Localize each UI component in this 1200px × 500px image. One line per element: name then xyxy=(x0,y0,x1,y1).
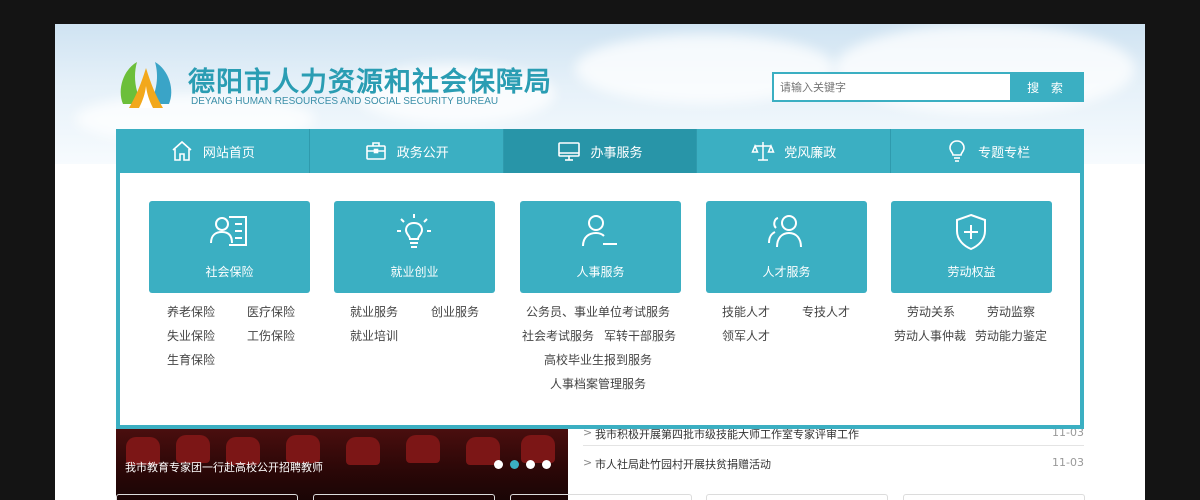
news-date: 11-03 xyxy=(1052,456,1084,469)
main-nav: 网站首页 政务公开 办事服务 党风廉政 专题专栏 xyxy=(116,129,1084,173)
service-link[interactable]: 劳动人事仲裁 xyxy=(894,327,966,344)
service-card-title: 社会保险 xyxy=(205,265,254,279)
news-item[interactable]: > 市人社局赴竹园村开展扶贫捐赠活动 11-03 xyxy=(583,456,1084,472)
services-dropdown-panel: 社会保险 养老保险 医疗保险 失业保险 工伤保险 生育保险 就业创业 就业服务 … xyxy=(116,173,1084,429)
service-link[interactable]: 劳动关系 xyxy=(907,303,955,320)
monitor-icon xyxy=(558,142,581,161)
search-button[interactable]: 搜 索 xyxy=(1010,72,1084,102)
service-link[interactable]: 公务员、事业单位考试服务 xyxy=(526,303,670,320)
nav-item-label: 网站首页 xyxy=(202,145,255,161)
users-icon xyxy=(768,215,802,248)
page: 德阳市人力资源和社会保障局 DEYANG HUMAN RESOURCES AND… xyxy=(55,24,1145,500)
bottom-tile[interactable] xyxy=(510,494,692,500)
nav-item-integrity[interactable]: 党风廉政 xyxy=(697,129,892,173)
slide-dot[interactable] xyxy=(526,460,535,469)
service-card-title: 人事服务 xyxy=(576,265,625,279)
shield-plus-icon xyxy=(956,213,986,251)
service-link[interactable]: 劳动能力鉴定 xyxy=(975,327,1047,344)
nav-item-label: 专题专栏 xyxy=(978,145,1031,161)
site-title[interactable]: 德阳市人力资源和社会保障局 xyxy=(188,60,552,99)
service-link[interactable]: 就业服务 xyxy=(350,303,398,320)
bullet-arrow-icon: > xyxy=(583,456,593,469)
nav-item-gov-affairs[interactable]: 政务公开 xyxy=(310,129,504,173)
scales-icon xyxy=(751,142,775,161)
slide-indicators xyxy=(494,460,551,469)
search-bar: 搜 索 xyxy=(772,72,1084,102)
service-card-title: 劳动权益 xyxy=(947,265,996,279)
nav-item-label: 党风廉政 xyxy=(784,145,837,161)
service-link[interactable]: 人事档案管理服务 xyxy=(550,375,646,392)
bottom-tile[interactable] xyxy=(903,494,1085,500)
bottom-tile[interactable] xyxy=(706,494,888,500)
service-link[interactable]: 养老保险 xyxy=(167,303,215,320)
service-link[interactable]: 创业服务 xyxy=(431,303,479,320)
briefcase-icon xyxy=(365,142,386,160)
id-card-icon xyxy=(210,216,247,246)
nav-item-topics[interactable]: 专题专栏 xyxy=(891,129,1084,173)
service-link[interactable]: 高校毕业生报到服务 xyxy=(544,351,652,368)
service-link[interactable]: 社会考试服务 xyxy=(522,327,594,344)
service-link[interactable]: 工伤保险 xyxy=(247,327,295,344)
user-minus-icon xyxy=(582,215,617,247)
service-link[interactable]: 技能人才 xyxy=(722,303,770,320)
slide-dot-active[interactable] xyxy=(510,460,519,469)
lightbulb-icon xyxy=(397,214,431,248)
news-title[interactable]: 市人社局赴竹园村开展扶贫捐赠活动 xyxy=(595,456,771,472)
lightbulb-icon xyxy=(949,140,965,162)
home-icon xyxy=(172,140,192,161)
bureau-logo-icon[interactable] xyxy=(115,54,177,114)
news-banner[interactable]: 我市教育专家团一行赴高校公开招聘教师 xyxy=(116,429,568,500)
service-link[interactable]: 医疗保险 xyxy=(247,303,295,320)
service-card-title: 人才服务 xyxy=(762,265,811,279)
search-input[interactable] xyxy=(772,72,1010,102)
service-card-labor-rights[interactable]: 劳动权益 xyxy=(891,201,1052,293)
service-card-title: 就业创业 xyxy=(390,265,439,279)
service-link[interactable]: 军转干部服务 xyxy=(604,327,676,344)
service-link[interactable]: 失业保险 xyxy=(167,327,215,344)
site-subtitle: DEYANG HUMAN RESOURCES AND SOCIAL SECURI… xyxy=(191,96,499,107)
news-divider xyxy=(583,445,1084,446)
service-card-talent[interactable]: 人才服务 xyxy=(706,201,867,293)
bottom-tile[interactable] xyxy=(313,494,495,500)
service-link[interactable]: 劳动监察 xyxy=(987,303,1035,320)
service-link[interactable]: 领军人才 xyxy=(722,327,770,344)
bottom-tile[interactable] xyxy=(116,494,298,500)
service-card-employment[interactable]: 就业创业 xyxy=(334,201,495,293)
slide-dot[interactable] xyxy=(494,460,503,469)
nav-item-home[interactable]: 网站首页 xyxy=(116,129,310,173)
service-card-personnel[interactable]: 人事服务 xyxy=(520,201,681,293)
service-link[interactable]: 生育保险 xyxy=(167,351,215,368)
service-card-social-insurance[interactable]: 社会保险 xyxy=(149,201,310,293)
service-link[interactable]: 专技人才 xyxy=(802,303,850,320)
nav-item-label: 办事服务 xyxy=(590,145,643,161)
service-link[interactable]: 就业培训 xyxy=(350,327,398,344)
banner-caption[interactable]: 我市教育专家团一行赴高校公开招聘教师 xyxy=(125,459,323,475)
nav-item-label: 政务公开 xyxy=(396,145,449,161)
nav-item-services[interactable]: 办事服务 xyxy=(503,129,698,173)
slide-dot[interactable] xyxy=(542,460,551,469)
